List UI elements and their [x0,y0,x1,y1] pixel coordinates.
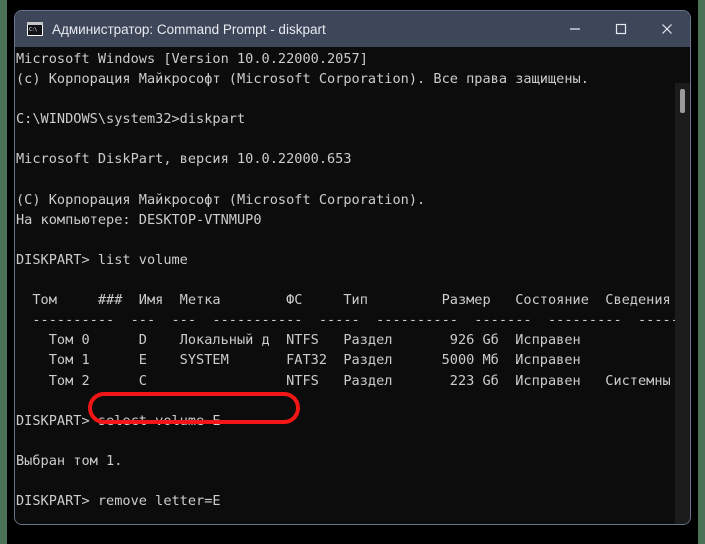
console-line: (c) Корпорация Майкрософт (Microsoft Cor… [16,71,589,88]
console-scrollbar[interactable] [675,83,690,524]
minimize-icon [570,28,580,30]
command-prompt-icon: C:\ [27,22,43,36]
scrollbar-thumb[interactable] [680,89,685,113]
console-line: DISKPART> list volume [16,251,188,268]
console-line: Microsoft DiskPart, версия 10.0.22000.65… [16,151,352,168]
command-prompt-window[interactable]: C:\ Администратор: Command Prompt - disk… [14,10,691,525]
console-line: Том ### Имя Метка ФС Тип Размер Состояни… [16,292,671,309]
console-line: C:\WINDOWS\system32>diskpart [16,111,246,128]
window-title: Администратор: Command Prompt - diskpart [52,21,326,37]
icon-prompt-glyph: C:\ [28,25,42,35]
window-title-bar[interactable]: C:\ Администратор: Command Prompt - disk… [15,11,690,47]
close-button[interactable] [644,11,690,47]
console-line: Выбран том 1. [16,452,123,469]
console-text: Microsoft Windows [Version 10.0.22000.20… [16,49,691,511]
console-line: DISKPART> remove letter=E [16,493,221,510]
console-line: Microsoft Windows [Version 10.0.22000.20… [16,51,368,67]
console-line: ---------- --- --- ----------- ----- ---… [16,312,691,329]
close-icon [662,24,672,34]
console-line: (C) Корпорация Майкрософт (Microsoft Cor… [16,191,426,208]
console-line: DISKPART> select volume E [16,412,221,429]
maximize-button[interactable] [598,11,644,47]
console-line: Том 0 D Локальный д NTFS Раздел 926 Gб И… [16,332,581,349]
console-output-area[interactable]: Microsoft Windows [Version 10.0.22000.20… [15,47,690,524]
window-controls[interactable] [552,11,690,47]
maximize-icon [615,23,627,35]
minimize-button[interactable] [552,11,598,47]
console-line: Том 2 C NTFS Раздел 223 Gб Исправен Сист… [16,372,671,389]
console-line: Том 1 E SYSTEM FAT32 Раздел 5000 Mб Испр… [16,352,581,369]
console-line: На компьютере: DESKTOP-VTNMUP0 [16,211,262,228]
desktop-background: C:\ Администратор: Command Prompt - disk… [0,0,705,544]
